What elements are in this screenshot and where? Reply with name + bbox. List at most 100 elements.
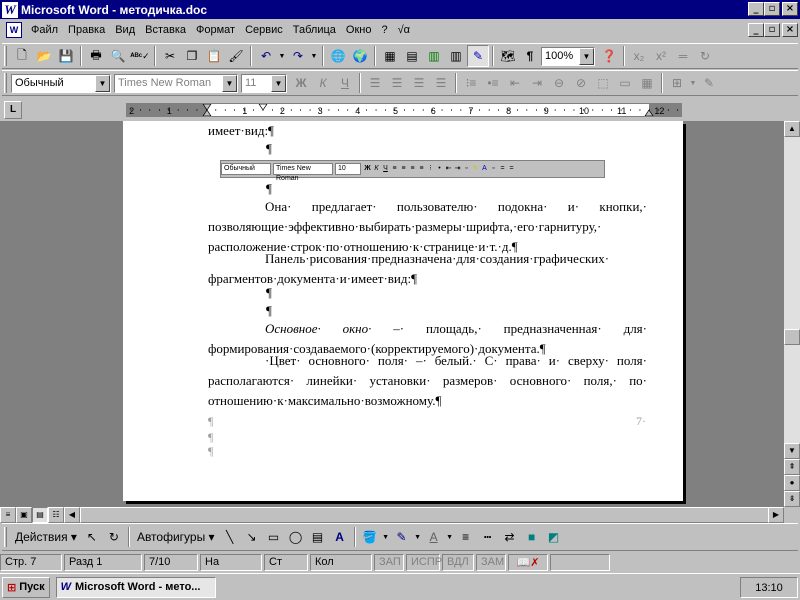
increase-indent-icon[interactable]: ⇥ (526, 72, 548, 94)
print-layout-icon[interactable]: ▤ (32, 507, 48, 523)
wordart-icon[interactable]: A (329, 526, 351, 548)
web-toolbar-icon[interactable]: 🌍 (349, 45, 371, 67)
redo-icon[interactable]: ↷ (287, 45, 309, 67)
scroll-thumb[interactable] (784, 329, 800, 345)
line-icon[interactable]: ╲ (219, 526, 241, 548)
autoshapes-menu[interactable]: Автофигуры ▾ (133, 526, 219, 548)
scroll-right-icon[interactable]: ▶ (768, 507, 784, 523)
insert-excel-icon[interactable]: ▥ (423, 45, 445, 67)
style-select[interactable]: Обычный ▼ (11, 73, 111, 93)
borders-icon[interactable]: ⊞ (666, 72, 688, 94)
menu-edit[interactable]: Правка (63, 24, 110, 36)
doc-minimize-button[interactable]: _ (748, 23, 764, 37)
tables-borders-icon[interactable]: ▦ (379, 45, 401, 67)
doc-close-button[interactable]: × (782, 23, 798, 37)
document-map-icon[interactable]: 🗺 (497, 45, 519, 67)
menu-help[interactable]: ? (376, 24, 392, 36)
chevron-down-icon[interactable]: ▼ (271, 74, 286, 92)
menu-file[interactable]: Файл (26, 24, 63, 36)
select-browse-object-icon[interactable]: ● (784, 475, 800, 491)
tab-selector-button[interactable]: L (4, 101, 22, 119)
print-icon[interactable]: 🖶 (85, 45, 107, 67)
chevron-down-icon[interactable]: ▼ (579, 47, 594, 65)
italic-button[interactable]: К (312, 72, 334, 94)
clock[interactable]: 13:10 (755, 582, 783, 594)
free-rotate-icon[interactable]: ↻ (103, 526, 125, 548)
status-ext[interactable]: ВДЛ (442, 553, 474, 571)
menu-equation[interactable]: √α (393, 24, 415, 36)
bold-button[interactable]: Ж (290, 72, 312, 94)
unlink-icon[interactable]: ⊘ (570, 72, 592, 94)
document-page[interactable]: имеет·вид:¶ ¶ Обычный Times New Roman 10… (123, 121, 683, 501)
document-icon[interactable]: W (6, 22, 22, 38)
spelling-status-icon[interactable]: 📖 ✗ (508, 553, 548, 571)
text-box-icon[interactable]: ▭ (614, 72, 636, 94)
previous-page-icon[interactable]: ⇞ (784, 459, 800, 475)
insert-table-icon[interactable]: ▤ (401, 45, 423, 67)
document-area[interactable]: имеет·вид:¶ ¶ Обычный Times New Roman 10… (0, 121, 784, 507)
columns-icon[interactable]: ▥ (445, 45, 467, 67)
refresh-icon[interactable]: ↻ (694, 45, 716, 67)
scroll-down-icon[interactable]: ▼ (784, 443, 800, 459)
drawing-icon[interactable]: ✎ (467, 45, 489, 67)
menu-view[interactable]: Вид (110, 24, 140, 36)
undo-icon[interactable]: ↶ (255, 45, 277, 67)
zoom-select[interactable]: 100% ▼ (541, 46, 595, 66)
3d-icon[interactable]: ◩ (543, 526, 565, 548)
paste-icon[interactable]: 📋 (203, 45, 225, 67)
format-painter-icon[interactable]: 🖌 (225, 45, 247, 67)
size-select[interactable]: 11 ▼ (241, 73, 287, 93)
bullets-icon[interactable]: •≡ (482, 72, 504, 94)
menu-window[interactable]: Окно (341, 24, 377, 36)
font-select[interactable]: Times New Roman ▼ (114, 73, 238, 93)
toolbar-grip[interactable] (4, 527, 7, 547)
hanging-indent-marker[interactable] (202, 109, 212, 116)
line-dropdown-icon[interactable]: ▼ (413, 526, 423, 548)
first-line-indent-marker[interactable] (202, 104, 212, 111)
status-trk[interactable]: ИСПР (406, 553, 442, 571)
maximize-button[interactable]: ▫ (764, 2, 780, 16)
outline-view-icon[interactable]: ☷ (48, 507, 64, 523)
line-color-icon[interactable]: ✎ (391, 526, 413, 548)
minimize-button[interactable]: _ (748, 2, 764, 16)
right-indent-marker[interactable] (644, 109, 654, 116)
copy-icon[interactable]: ❐ (181, 45, 203, 67)
scroll-up-icon[interactable]: ▲ (784, 121, 800, 137)
frame-icon[interactable]: ⬚ (592, 72, 614, 94)
normal-view-icon[interactable]: ≡ (0, 507, 16, 523)
select-objects-icon[interactable]: ↖ (81, 526, 103, 548)
highlight-icon[interactable]: ✎ (698, 72, 720, 94)
text-box-icon[interactable]: ▤ (307, 526, 329, 548)
justify-icon[interactable]: ☰ (430, 72, 452, 94)
show-hide-icon[interactable]: ¶ (519, 45, 541, 67)
fill-color-icon[interactable]: 🪣 (359, 526, 381, 548)
start-button[interactable]: ⊞ Пуск (2, 576, 50, 598)
menu-tools[interactable]: Сервис (240, 24, 288, 36)
horizontal-ruler[interactable]: 2 1 1 2 3 4 5 6 7 8 9 10 11 12 (126, 103, 682, 117)
new-icon[interactable]: 🗋 (11, 45, 33, 67)
fill-dropdown-icon[interactable]: ▼ (381, 526, 391, 548)
taskbar-word-item[interactable]: W Microsoft Word - мето... (55, 576, 216, 598)
menu-format[interactable]: Формат (191, 24, 240, 36)
shadow-icon[interactable]: ■ (521, 526, 543, 548)
hyperlink-icon[interactable]: 🌐 (327, 45, 349, 67)
strikethrough-icon[interactable]: ═ (672, 45, 694, 67)
oval-icon[interactable]: ◯ (285, 526, 307, 548)
horizontal-scroll-thumb[interactable] (80, 507, 770, 523)
chevron-down-icon[interactable]: ▼ (222, 74, 237, 92)
menu-table[interactable]: Таблица (288, 24, 341, 36)
actions-menu[interactable]: Действия ▾ (11, 526, 81, 548)
doc-restore-button[interactable]: ▫ (764, 23, 780, 37)
close-button[interactable]: × (782, 2, 798, 16)
subscript-icon[interactable]: x₂ (628, 45, 650, 67)
print-preview-icon[interactable]: 🔍 (107, 45, 129, 67)
help-icon[interactable]: ❓ (598, 45, 620, 67)
toolbar-grip[interactable] (4, 73, 7, 93)
save-icon[interactable]: 💾 (55, 45, 77, 67)
underline-button[interactable]: Ч (334, 72, 356, 94)
superscript-icon[interactable]: x² (650, 45, 672, 67)
line-style-icon[interactable]: ≡ (455, 526, 477, 548)
scroll-left-icon[interactable]: ◀ (64, 507, 80, 523)
numbering-icon[interactable]: ⁝≡ (460, 72, 482, 94)
table-icon[interactable]: ▦ (636, 72, 658, 94)
